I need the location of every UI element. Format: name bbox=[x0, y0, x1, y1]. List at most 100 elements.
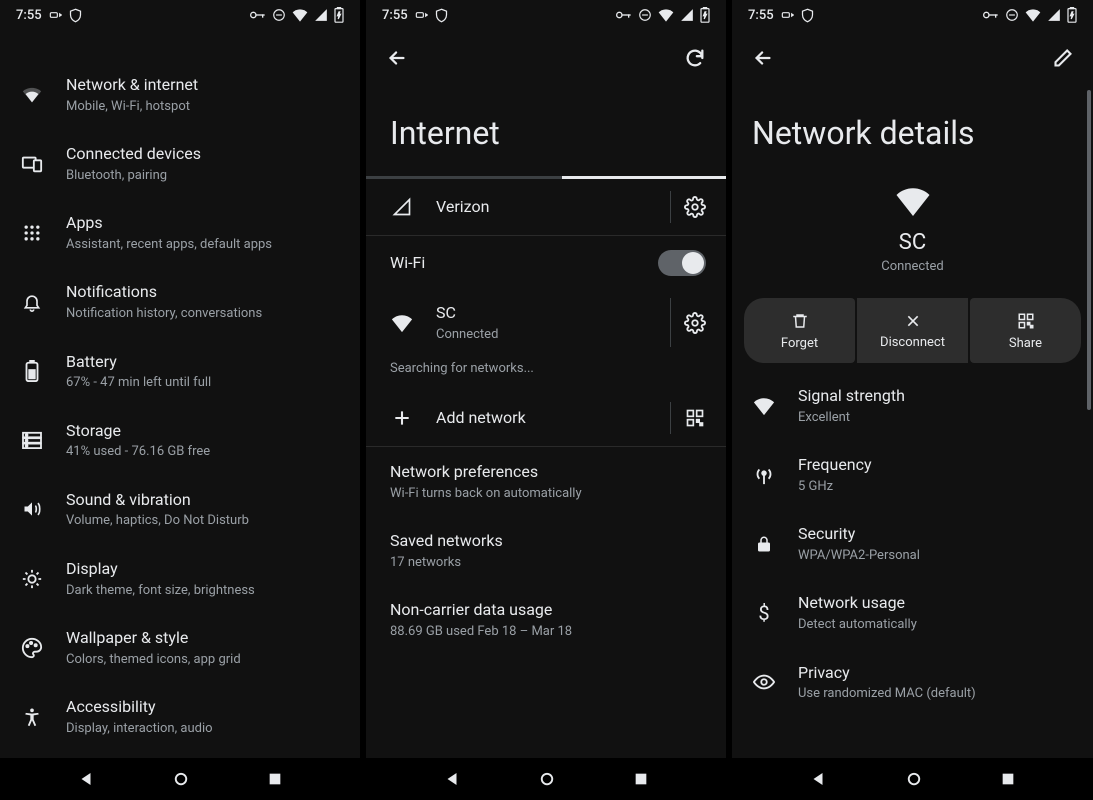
dnd-icon bbox=[272, 8, 286, 22]
bell-icon bbox=[20, 290, 44, 314]
accessibility-icon bbox=[20, 705, 44, 729]
app-bar bbox=[366, 30, 726, 86]
status-bar: 7:55 bbox=[732, 0, 1093, 30]
network-status: Connected bbox=[732, 259, 1093, 274]
shield-icon bbox=[68, 8, 83, 23]
signal-triangle-icon bbox=[390, 195, 414, 219]
plus-icon bbox=[390, 406, 414, 430]
qr-icon bbox=[1017, 312, 1035, 330]
settings-item-apps[interactable]: AppsAssistant, recent apps, default apps bbox=[0, 198, 360, 267]
page-title: Network details bbox=[732, 86, 1093, 162]
tab-indicator bbox=[366, 176, 726, 179]
shield-icon bbox=[434, 8, 449, 23]
status-time: 7:55 bbox=[16, 8, 42, 23]
edit-icon[interactable] bbox=[1053, 48, 1073, 68]
palette-icon bbox=[20, 636, 44, 660]
wifi-label: Wi-Fi bbox=[390, 252, 425, 274]
nav-back-icon[interactable] bbox=[443, 770, 461, 788]
antenna-icon bbox=[752, 463, 776, 487]
settings-list: Network & internetMobile, Wi-Fi, hotspot… bbox=[0, 30, 360, 758]
status-time: 7:55 bbox=[748, 8, 774, 23]
broadcast-icon bbox=[414, 8, 428, 22]
carrier-row[interactable]: Verizon bbox=[366, 179, 726, 235]
lock-icon bbox=[752, 532, 776, 556]
brightness-icon bbox=[20, 567, 44, 591]
vpn-key-icon bbox=[616, 10, 632, 20]
wifi-icon bbox=[752, 394, 776, 418]
nav-bar bbox=[732, 758, 1093, 800]
add-network-row[interactable]: Add network bbox=[366, 390, 726, 446]
detail-privacy[interactable]: PrivacyUse randomized MAC (default) bbox=[732, 648, 1093, 717]
app-bar bbox=[732, 30, 1093, 86]
back-arrow-icon[interactable] bbox=[386, 47, 408, 69]
wifi-full-icon bbox=[390, 311, 414, 335]
settings-item-display[interactable]: DisplayDark theme, font size, brightness bbox=[0, 544, 360, 613]
shield-icon bbox=[800, 8, 815, 23]
detail-usage[interactable]: $ Network usageDetect automatically bbox=[732, 578, 1093, 647]
refresh-icon[interactable] bbox=[684, 47, 706, 69]
storage-icon bbox=[20, 428, 44, 452]
nav-recent-icon[interactable] bbox=[1000, 771, 1016, 787]
network-name: SC bbox=[732, 230, 1093, 255]
signal-icon bbox=[680, 8, 694, 22]
battery-status-icon bbox=[334, 7, 344, 23]
detail-security[interactable]: SecurityWPA/WPA2-Personal bbox=[732, 509, 1093, 578]
broadcast-icon bbox=[48, 8, 62, 22]
wifi-status-icon bbox=[658, 8, 674, 22]
status-bar: 7:55 bbox=[0, 0, 360, 30]
nav-recent-icon[interactable] bbox=[633, 771, 649, 787]
connected-network-row[interactable]: SCConnected bbox=[366, 290, 726, 355]
carrier-name: Verizon bbox=[436, 196, 648, 218]
nav-home-icon[interactable] bbox=[172, 770, 190, 788]
trash-icon bbox=[791, 312, 809, 330]
battery-status-icon bbox=[700, 7, 710, 23]
network-prefs-row[interactable]: Network preferences Wi-Fi turns back on … bbox=[366, 447, 726, 516]
detail-frequency[interactable]: Frequency5 GHz bbox=[732, 440, 1093, 509]
battery-icon bbox=[20, 359, 44, 383]
internet-screen: 7:55 Internet Verizon Wi-Fi bbox=[366, 0, 726, 800]
settings-item-storage[interactable]: Storage41% used - 76.16 GB free bbox=[0, 406, 360, 475]
page-title: Internet bbox=[366, 86, 726, 176]
nav-back-icon[interactable] bbox=[77, 770, 95, 788]
data-usage-row[interactable]: Non-carrier data usage 88.69 GB used Feb… bbox=[366, 585, 726, 654]
nav-bar bbox=[366, 758, 726, 800]
internet-content: Internet Verizon Wi-Fi SCConnected Searc… bbox=[366, 86, 726, 758]
nav-recent-icon[interactable] bbox=[267, 771, 283, 787]
broadcast-icon bbox=[780, 8, 794, 22]
settings-item-connected[interactable]: Connected devicesBluetooth, pairing bbox=[0, 129, 360, 198]
settings-item-notifications[interactable]: NotificationsNotification history, conve… bbox=[0, 267, 360, 336]
network-settings-button[interactable] bbox=[670, 298, 718, 347]
nav-home-icon[interactable] bbox=[905, 770, 923, 788]
settings-item-sound[interactable]: Sound & vibrationVolume, haptics, Do Not… bbox=[0, 475, 360, 544]
settings-item-battery[interactable]: Battery67% - 47 min left until full bbox=[0, 337, 360, 406]
back-arrow-icon[interactable] bbox=[752, 47, 774, 69]
settings-main-screen: 7:55 Network & internetMobile, Wi-Fi, ho… bbox=[0, 0, 360, 800]
apps-icon bbox=[20, 221, 44, 245]
detail-signal[interactable]: Signal strengthExcellent bbox=[732, 371, 1093, 440]
status-time: 7:55 bbox=[382, 8, 408, 23]
forget-button[interactable]: Forget bbox=[744, 298, 855, 363]
nav-bar bbox=[0, 758, 360, 800]
details-content: Network details SC Connected Forget Disc… bbox=[732, 86, 1093, 758]
eye-icon bbox=[752, 670, 776, 694]
settings-item-network[interactable]: Network & internetMobile, Wi-Fi, hotspot bbox=[0, 60, 360, 129]
carrier-settings-button[interactable] bbox=[670, 191, 718, 223]
wifi-icon bbox=[20, 83, 44, 107]
saved-networks-row[interactable]: Saved networks 17 networks bbox=[366, 516, 726, 585]
share-button[interactable]: Share bbox=[970, 298, 1081, 363]
sound-icon bbox=[20, 497, 44, 521]
close-icon bbox=[905, 313, 921, 329]
vpn-key-icon bbox=[983, 10, 999, 20]
network-header: SC Connected bbox=[732, 162, 1093, 288]
nav-back-icon[interactable] bbox=[809, 770, 827, 788]
nav-home-icon[interactable] bbox=[538, 770, 556, 788]
network-details-screen: 7:55 Network details SC Connected Forget bbox=[732, 0, 1093, 800]
wifi-toggle[interactable] bbox=[658, 250, 706, 276]
disconnect-button[interactable]: Disconnect bbox=[857, 298, 968, 363]
settings-item-wallpaper[interactable]: Wallpaper & styleColors, themed icons, a… bbox=[0, 613, 360, 682]
devices-icon bbox=[20, 152, 44, 176]
qr-scan-button[interactable] bbox=[670, 402, 718, 434]
scrollbar[interactable] bbox=[1087, 90, 1091, 410]
settings-item-accessibility[interactable]: AccessibilityDisplay, interaction, audio bbox=[0, 682, 360, 751]
item-title: Network & internet bbox=[66, 74, 340, 96]
